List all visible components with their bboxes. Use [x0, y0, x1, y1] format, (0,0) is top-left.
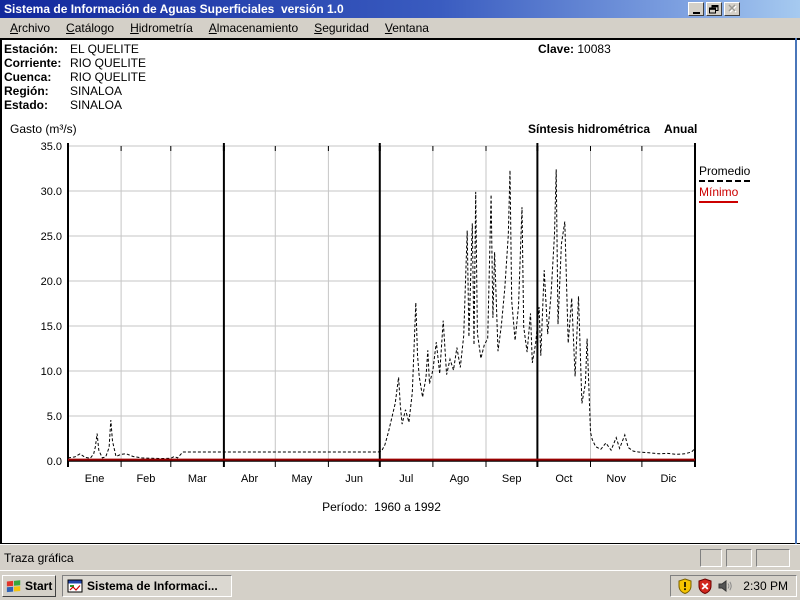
client-area: Estación: EL QUELITE Corriente: RIO QUELIT…	[0, 38, 800, 544]
y-tick-label: 35.0	[41, 141, 62, 153]
status-panels	[700, 549, 790, 567]
menu-seguridad[interactable]: Seguridad	[306, 19, 377, 37]
windows-flag-icon	[6, 580, 21, 593]
y-tick-label: 10.0	[41, 366, 62, 378]
month-label-9: Sep	[502, 473, 522, 485]
month-label-1: Ene	[85, 473, 105, 485]
month-label-10: Oct	[555, 473, 572, 485]
month-label-5: May	[291, 473, 312, 485]
minimize-icon	[692, 11, 700, 14]
chart-legend: Promedio Mínimo	[699, 164, 751, 206]
status-bar: Traza gráfica	[0, 544, 800, 570]
taskbar: Start Sistema de Informaci... 2:30 PM	[0, 570, 800, 600]
volume-icon[interactable]	[717, 578, 733, 594]
menu-hidrometria[interactable]: Hidrometría	[122, 19, 201, 37]
task-button-sistema[interactable]: Sistema de Informaci...	[62, 575, 232, 597]
security-error-shield-icon[interactable]	[697, 578, 713, 594]
month-label-6: Jun	[345, 473, 363, 485]
menu-almacenamiento[interactable]: Almacenamiento	[201, 19, 306, 37]
month-label-3: Mar	[188, 473, 207, 485]
menu-archivo[interactable]: Archivo	[2, 19, 58, 37]
y-tick-label: 25.0	[41, 231, 62, 243]
close-icon: ✕	[727, 3, 737, 15]
restore-button[interactable]	[706, 2, 722, 16]
menu-ventana[interactable]: Ventana	[377, 19, 437, 37]
security-alert-shield-icon[interactable]	[677, 578, 693, 594]
y-tick-label: 0.0	[47, 456, 62, 468]
promedio-line	[67, 169, 696, 460]
title-bar: Sistema de Información de Aguas Superfic…	[0, 0, 800, 18]
start-button[interactable]: Start	[2, 575, 56, 597]
status-panel	[700, 549, 722, 567]
month-label-2: Feb	[136, 473, 155, 485]
y-tick-label: 5.0	[47, 411, 62, 423]
chart-canvas: 0.0 5.0 10.0 15.0 20.0 25.0 30.0 35.0 Ene Feb Mar A…	[41, 141, 696, 485]
status-text: Traza gráfica	[4, 550, 74, 565]
menu-bar: Archivo Catálogo Hidrometría Almacenamie…	[0, 18, 800, 38]
status-panel	[756, 549, 790, 567]
restore-icon	[709, 4, 719, 13]
menu-catalogo[interactable]: Catálogo	[58, 19, 122, 37]
task-button-label: Sistema de Informaci...	[87, 579, 218, 593]
legend-minimo: Mínimo	[699, 185, 739, 203]
month-label-4: Abr	[241, 473, 258, 485]
close-button[interactable]: ✕	[724, 2, 740, 16]
y-tick-label: 30.0	[41, 186, 62, 198]
minimize-button[interactable]	[688, 2, 704, 16]
window-title: Sistema de Información de Aguas Superfic…	[4, 2, 344, 16]
y-tick-label: 15.0	[41, 321, 62, 333]
app-icon	[67, 579, 83, 593]
period-caption: Período: 1960 a 1992	[322, 500, 441, 514]
legend-promedio: Promedio	[699, 164, 751, 182]
month-label-8: Ago	[450, 473, 470, 485]
month-label-12: Dic	[661, 473, 677, 485]
start-label: Start	[25, 579, 53, 593]
status-panel	[726, 549, 752, 567]
taskbar-clock[interactable]: 2:30 PM	[737, 579, 788, 593]
window-right-border	[795, 38, 797, 545]
app-window: Sistema de Información de Aguas Superfic…	[0, 0, 800, 600]
system-tray: 2:30 PM	[670, 575, 797, 597]
y-tick-label: 20.0	[41, 276, 62, 288]
month-label-7: Jul	[399, 473, 413, 485]
month-label-11: Nov	[606, 473, 626, 485]
